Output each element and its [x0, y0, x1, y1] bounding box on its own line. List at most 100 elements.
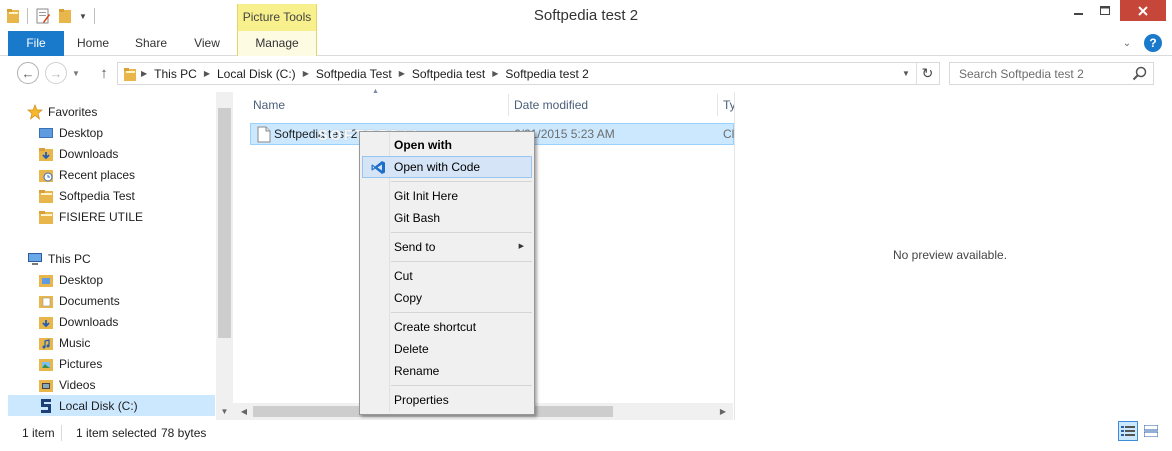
- breadcrumb-item[interactable]: Softpedia Test: [310, 67, 398, 81]
- nav-label: Desktop: [59, 272, 104, 287]
- nav-fav-fisiere-utile[interactable]: FISIERE UTILE: [38, 206, 143, 227]
- column-divider[interactable]: [508, 94, 509, 116]
- pictures-folder-icon: [39, 358, 53, 371]
- refresh-button[interactable]: ↻: [916, 63, 938, 84]
- nav-pc-pictures[interactable]: Pictures: [38, 353, 102, 374]
- nav-pc-desktop[interactable]: Desktop: [38, 269, 103, 290]
- status-selected-size: 78 bytes: [161, 426, 207, 440]
- column-divider[interactable]: [717, 94, 718, 116]
- nav-fav-downloads[interactable]: Downloads: [38, 143, 118, 164]
- status-separator: [61, 425, 62, 441]
- tab-home[interactable]: Home: [64, 31, 122, 56]
- breadcrumb-arrow-icon[interactable]: ▶: [203, 69, 211, 78]
- tab-file[interactable]: File: [8, 31, 64, 56]
- minimize-button[interactable]: [1066, 0, 1092, 21]
- nav-fav-desktop[interactable]: Desktop: [38, 122, 103, 143]
- breadcrumb-arrow-icon[interactable]: ▶: [302, 69, 310, 78]
- folder-icon[interactable]: [6, 8, 20, 24]
- submenu-arrow-icon: ▶: [518, 243, 524, 250]
- menu-item-create-shortcut[interactable]: Create shortcut: [362, 316, 532, 338]
- menu-item-open-with[interactable]: Open with: [362, 134, 532, 156]
- close-button[interactable]: [1120, 0, 1166, 21]
- search-input[interactable]: [950, 63, 1130, 84]
- nav-label: Favorites: [48, 104, 98, 119]
- tab-share[interactable]: Share: [122, 31, 180, 56]
- breadcrumb-item[interactable]: This PC: [148, 67, 203, 81]
- folder-icon: [39, 189, 53, 203]
- customize-qat-icon[interactable]: ▼: [79, 12, 87, 21]
- breadcrumb-arrow-icon[interactable]: ▶: [140, 69, 148, 78]
- menu-item-cut[interactable]: Cut: [362, 265, 532, 287]
- large-icons-view-button[interactable]: [1141, 421, 1161, 441]
- breadcrumb-item[interactable]: Softpedia test: [406, 67, 491, 81]
- nav-favorites[interactable]: Favorites: [27, 101, 97, 122]
- nav-pc-downloads[interactable]: Downloads: [38, 311, 118, 332]
- forward-button[interactable]: →: [45, 62, 67, 84]
- search-icon[interactable]: [1132, 66, 1147, 81]
- nav-pc-local-disk[interactable]: Local Disk (C:): [8, 395, 215, 416]
- menu-item-send-to[interactable]: Send to ▶: [362, 236, 532, 258]
- scroll-down-button[interactable]: ▼: [216, 403, 233, 420]
- nav-pc-music[interactable]: Music: [38, 332, 90, 353]
- nav-this-pc[interactable]: This PC: [27, 248, 91, 269]
- preview-message: No preview available.: [892, 248, 1008, 262]
- menu-label: Git Init Here: [394, 189, 459, 203]
- menu-item-git-bash[interactable]: Git Bash: [362, 207, 532, 229]
- help-button[interactable]: ?: [1144, 34, 1162, 52]
- back-button[interactable]: ←: [17, 62, 39, 84]
- address-history-button[interactable]: ▼: [897, 63, 915, 84]
- nav-label: Softpedia Test: [59, 188, 135, 203]
- navpane-scrollbar-thumb[interactable]: [218, 108, 231, 338]
- nav-pc-documents[interactable]: Documents: [38, 290, 120, 311]
- picture-tools-header: Picture Tools: [237, 4, 317, 31]
- new-folder-icon[interactable]: [58, 8, 72, 24]
- status-selected-count: 1 item selected: [76, 426, 157, 440]
- chevron-down-icon: ▼: [902, 69, 910, 78]
- nav-label: This PC: [48, 251, 91, 266]
- maximize-icon: [1100, 5, 1110, 15]
- column-header-name[interactable]: Name: [253, 94, 507, 116]
- qat-separator: [93, 8, 95, 24]
- expand-ribbon-button[interactable]: ⌄: [1118, 34, 1136, 52]
- menu-item-git-init-here[interactable]: Git Init Here: [362, 185, 532, 207]
- details-view-button[interactable]: [1118, 421, 1138, 441]
- nav-label: Pictures: [59, 356, 103, 371]
- menu-item-delete[interactable]: Delete: [362, 338, 532, 360]
- scroll-left-button[interactable]: ◀: [237, 403, 251, 420]
- breadcrumb-item[interactable]: Local Disk (C:): [211, 67, 302, 81]
- breadcrumb-arrow-icon[interactable]: ▶: [398, 69, 406, 78]
- nav-label: Downloads: [59, 314, 119, 329]
- tab-manage[interactable]: Manage: [237, 31, 317, 56]
- menu-label: Copy: [394, 291, 423, 305]
- nav-fav-recent-places[interactable]: Recent places: [38, 164, 135, 185]
- column-header-date-modified[interactable]: Date modified: [514, 94, 718, 116]
- menu-item-properties[interactable]: Properties: [362, 389, 532, 411]
- tab-view[interactable]: View: [180, 31, 234, 56]
- status-item-count: 1 item: [22, 426, 55, 440]
- refresh-icon: ↻: [921, 65, 934, 81]
- properties-icon[interactable]: [35, 8, 51, 24]
- address-bar[interactable]: ▶ This PC ▶ Local Disk (C:) ▶ Softpedia …: [117, 62, 940, 85]
- nav-label: Videos: [59, 377, 96, 392]
- videos-folder-icon: [39, 379, 53, 392]
- menu-label: Git Bash: [394, 211, 441, 225]
- nav-fav-softpedia-test[interactable]: Softpedia Test: [38, 185, 135, 206]
- maximize-button[interactable]: [1092, 0, 1118, 21]
- up-button[interactable]: ↑: [93, 62, 115, 84]
- desktop-icon: [39, 127, 53, 138]
- menu-separator: [391, 312, 532, 313]
- folder-icon: [124, 67, 136, 81]
- nav-label: Desktop: [59, 125, 104, 140]
- menu-item-rename[interactable]: Rename: [362, 360, 532, 382]
- breadcrumb: ▶ This PC ▶ Local Disk (C:) ▶ Softpedia …: [118, 63, 595, 84]
- recent-locations-button[interactable]: ▼: [70, 62, 82, 84]
- nav-pc-videos[interactable]: Videos: [38, 374, 95, 395]
- breadcrumb-item[interactable]: Softpedia test 2: [499, 67, 594, 81]
- menu-item-open-with-code[interactable]: Open with Code: [362, 156, 532, 178]
- menu-label: Open with Code: [394, 160, 481, 174]
- computer-icon: [28, 252, 42, 265]
- chevron-down-icon: ⌄: [1122, 37, 1132, 49]
- scroll-right-button[interactable]: ▶: [716, 403, 730, 420]
- menu-item-copy[interactable]: Copy: [362, 287, 532, 309]
- breadcrumb-arrow-icon[interactable]: ▶: [491, 69, 499, 78]
